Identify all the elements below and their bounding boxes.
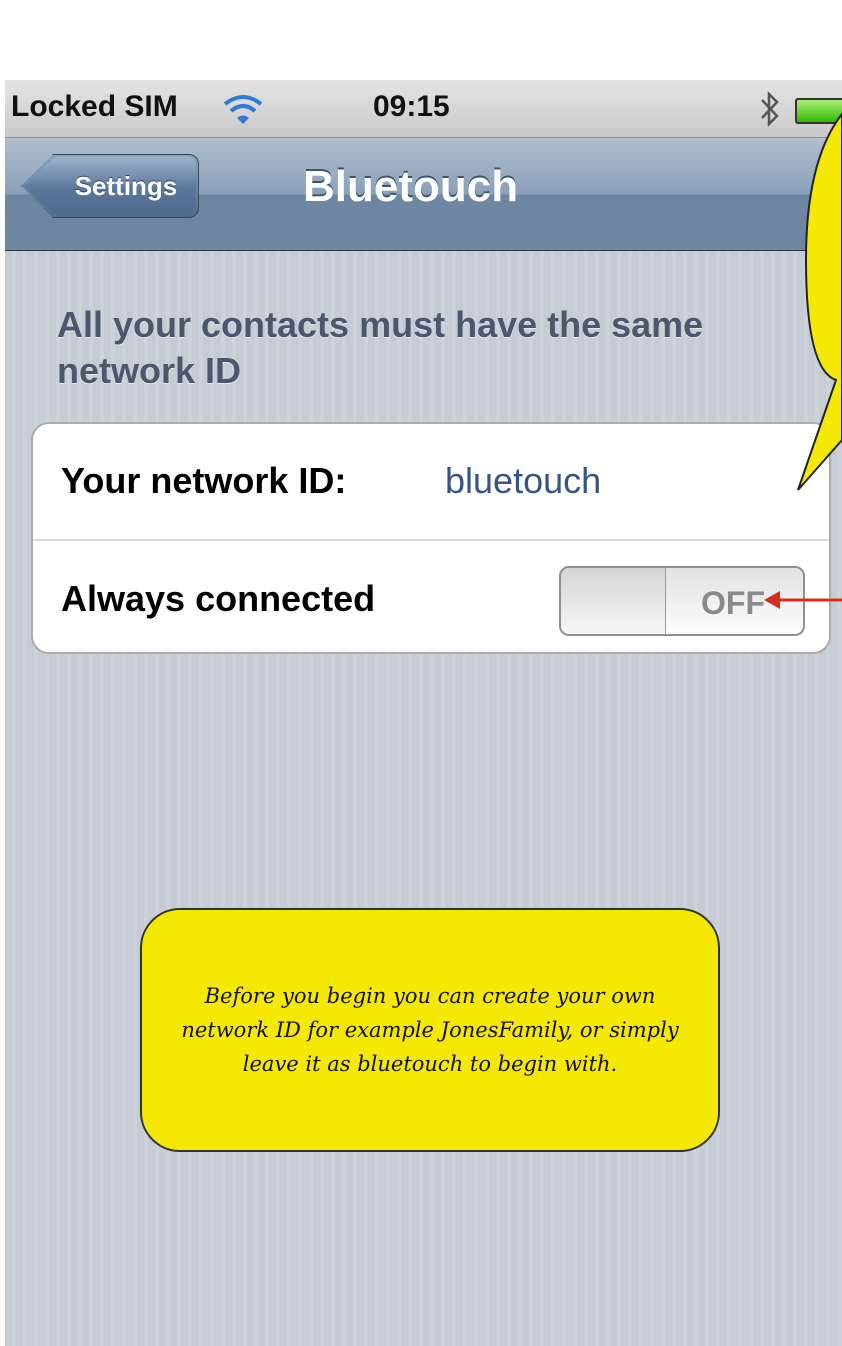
page-title: Bluetouch — [303, 162, 519, 211]
carrier-label: Locked SIM — [11, 90, 178, 123]
settings-back-button[interactable]: Settings — [21, 154, 199, 218]
status-bar: Locked SIM 09:15 — [5, 80, 842, 138]
network-id-row[interactable]: Your network ID: bluetouch — [33, 424, 829, 541]
network-id-label: Your network ID: — [61, 460, 347, 501]
back-button-label: Settings — [74, 170, 178, 201]
network-id-value[interactable]: bluetouch — [445, 460, 601, 502]
section-header: All your contacts must have the same net… — [57, 304, 704, 391]
navigation-bar: Settings Bluetouch — [5, 138, 842, 251]
toggle-state-label: OFF — [701, 585, 765, 621]
phone-screen: Locked SIM 09:15 Settings Bluetouch All … — [5, 80, 842, 1346]
pointer-arrow — [764, 591, 842, 609]
callout-text: Before you begin you can create your own… — [181, 984, 679, 1076]
instruction-callout: Before you begin you can create your own… — [140, 908, 720, 1152]
speech-bubble — [797, 112, 842, 491]
wifi-icon — [223, 95, 263, 124]
always-connected-row: Always connected OFF — [33, 540, 829, 655]
toggle-knob[interactable] — [561, 568, 666, 634]
settings-group: Your network ID: bluetouch Always connec… — [31, 422, 831, 654]
bluetooth-icon — [761, 90, 779, 128]
status-time: 09:15 — [373, 90, 450, 123]
always-connected-label: Always connected — [61, 578, 376, 619]
